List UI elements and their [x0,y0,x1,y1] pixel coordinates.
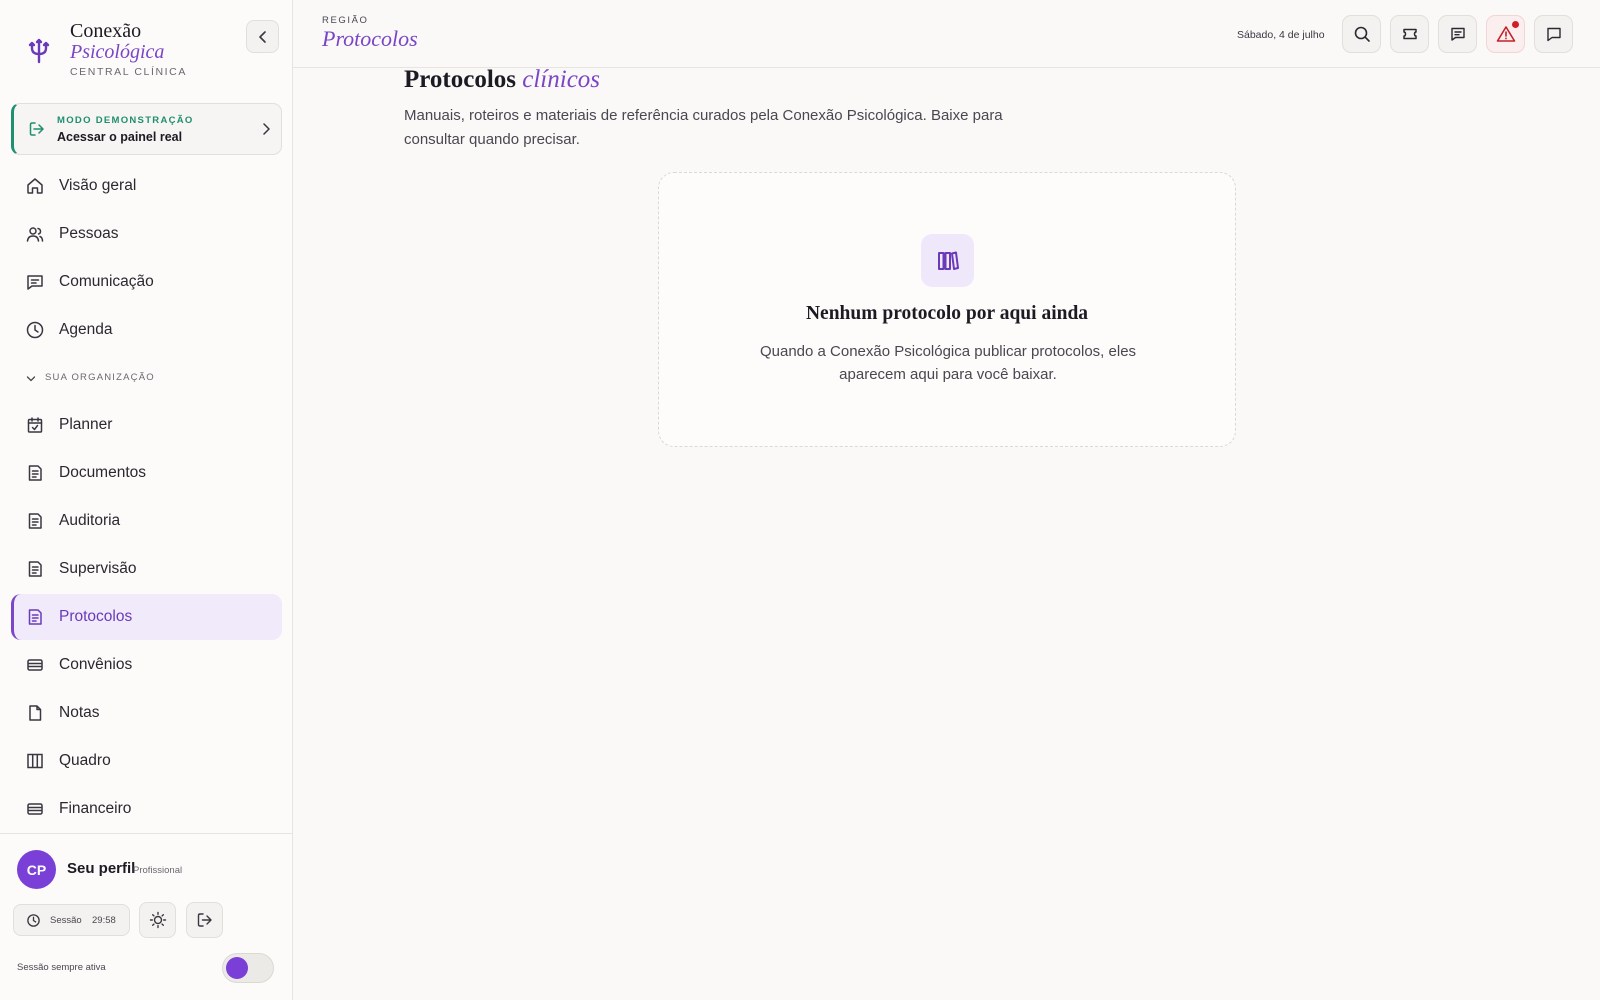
home-icon [27,178,43,194]
profile-name[interactable]: Seu perfil [67,860,135,877]
notification-dot [1512,21,1519,28]
session-time: 29:58 [92,915,116,926]
chevron-left-icon [258,30,266,43]
empty-state-title: Nenhum protocolo por aqui ainda [805,303,1089,324]
nav-item-label: Protocolos [59,608,133,625]
card-icon [27,659,43,671]
nav-item-documentos[interactable]: Documentos [11,450,282,496]
search-button[interactable] [1342,15,1381,53]
sidebar: Conexão Psicológica CENTRAL CLÍNICA MODO… [0,0,293,1000]
nav-item-label: Visão geral [59,177,137,194]
message-icon [1450,27,1465,41]
nav-item-quadro[interactable]: Quadro [11,738,282,784]
users-icon [26,227,44,242]
session-label: Sessão [50,915,82,926]
demo-mode-card[interactable]: MODO DEMONSTRAÇÃO Acessar o painel real [11,103,282,155]
demo-mode-kicker: MODO DEMONSTRAÇÃO [57,115,194,126]
messages-button[interactable] [1438,15,1477,53]
nav-item-label: Quadro [59,752,111,769]
session-always-on-label: Sessão sempre ativa [17,962,106,973]
avatar[interactable]: CP [17,850,56,889]
document-icon [28,513,42,529]
nav-item-label: Convênios [59,656,133,673]
chevron-down-icon [26,376,36,382]
ticket-icon [1402,28,1417,40]
top-bar: REGIÃO Protocolos Sábado, 4 de julho [293,0,1600,68]
brand-subtitle: CENTRAL CLÍNICA [70,66,187,78]
org-section-label: SUA ORGANIZAÇÃO [45,372,155,383]
session-always-on-toggle[interactable] [222,953,274,983]
chat-icon [27,275,43,290]
clock-icon [26,321,44,339]
calendar-check-icon [27,417,43,433]
page-title-accent: clínicos [522,66,601,93]
nav-item-supervisao[interactable]: Supervisão [11,546,282,592]
region-kicker: REGIÃO [322,15,369,26]
logout-icon [197,913,212,927]
nav-item-label: Financeiro [59,800,132,817]
nav-item-planner[interactable]: Planner [11,402,282,448]
nav-item-label: Planner [59,416,113,433]
nav-item-convenios[interactable]: Convênios [11,642,282,688]
board-icon [27,753,43,769]
nav-item-visao-geral[interactable]: Visão geral [11,163,282,209]
page-title: Protocolos clínicos [404,66,600,94]
nav-item-label: Auditoria [59,512,121,529]
current-date: Sábado, 4 de julho [1237,29,1325,41]
library-icon [937,251,959,270]
document-icon [28,561,42,577]
demo-mode-title: Acessar o painel real [57,130,183,144]
sign-in-icon [29,122,44,136]
empty-state-icon-tile [921,234,974,287]
collapse-sidebar-button[interactable] [246,20,279,53]
nav-item-agenda[interactable]: Agenda [11,307,282,353]
theme-toggle-button[interactable] [139,902,176,938]
file-icon [29,705,42,721]
empty-state-description: Quando a Conexão Psicológica publicar pr… [759,343,1137,383]
nav-item-auditoria[interactable]: Auditoria [11,498,282,544]
nav-item-label: Notas [59,704,100,721]
nav-item-protocolos[interactable]: Protocolos [11,594,282,640]
alerts-button[interactable] [1486,15,1525,53]
brand-name: Conexão [70,20,142,42]
sun-icon [149,911,166,929]
document-icon [28,465,42,481]
profile-role: Profissional [133,865,183,876]
sidebar-divider [0,833,292,834]
nav-item-label: Documentos [59,464,147,481]
chevron-right-icon [263,123,270,135]
nav-item-financeiro[interactable]: Financeiro [11,786,282,832]
alert-triangle-icon [1496,26,1515,42]
page-description: Manuais, roteiros e materiais de referên… [404,107,1003,148]
nav-item-label: Pessoas [59,225,119,242]
logout-button[interactable] [186,902,223,938]
empty-state-card: Nenhum protocolo por aqui ainda Quando a… [658,172,1236,447]
tickets-button[interactable] [1390,15,1429,53]
page-title-main: Protocolos [404,66,517,93]
nav-item-comunicacao[interactable]: Comunicação [11,259,282,305]
nav-item-label: Supervisão [59,560,137,577]
psi-icon [28,38,50,64]
session-timer: Sessão 29:58 [13,904,130,936]
region-title: Protocolos [322,26,418,51]
nav-item-label: Comunicação [59,273,154,290]
search-icon [1354,26,1370,42]
card-icon [27,803,43,815]
brand-name-accent: Psicológica [70,41,165,63]
nav-item-notas[interactable]: Notas [11,690,282,736]
nav-item-label: Agenda [59,321,113,338]
clock-icon [27,914,40,927]
comments-button[interactable] [1534,15,1573,53]
brand[interactable]: Conexão Psicológica CENTRAL CLÍNICA [24,18,274,82]
document-icon [28,609,42,625]
comment-icon [1546,27,1561,42]
toggle-knob [226,957,248,979]
nav-item-pessoas[interactable]: Pessoas [11,211,282,257]
